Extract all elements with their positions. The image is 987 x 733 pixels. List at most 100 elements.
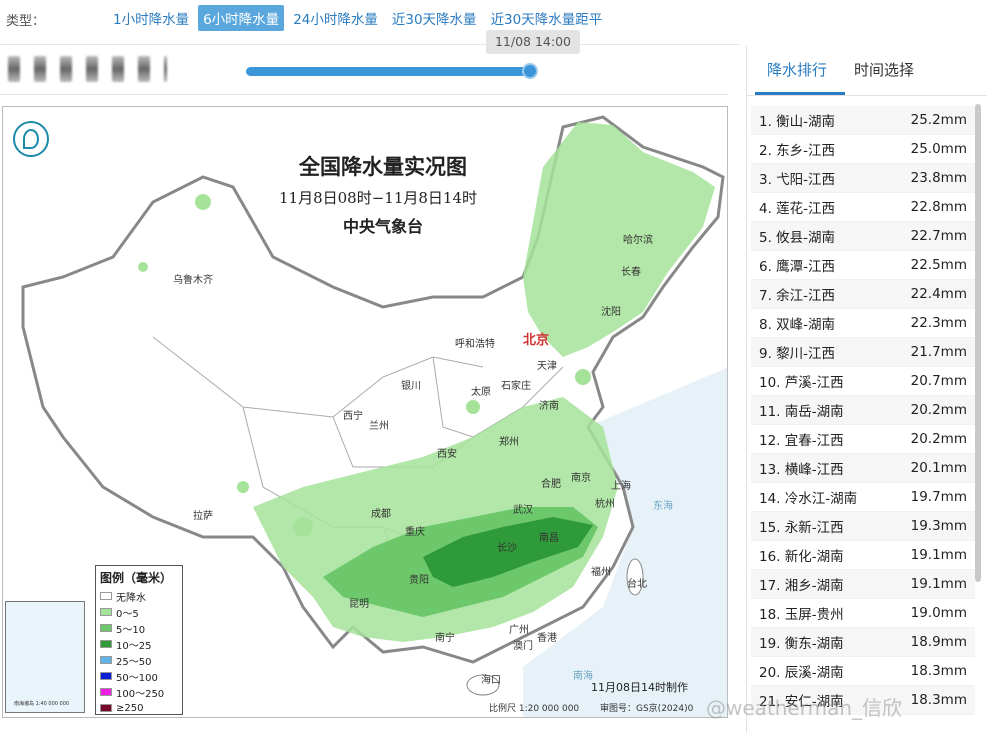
ranking-row[interactable]: 11. 南岳-湖南 20.2mm — [751, 396, 975, 425]
list-scrollbar[interactable] — [975, 104, 981, 582]
city-label: 南京 — [571, 473, 591, 484]
tab-6h-precip[interactable]: 6小时降水量 — [198, 5, 285, 31]
ranking-row[interactable]: 4. 莲花-江西 22.8mm — [751, 193, 975, 222]
station-name: 11. 南岳-湖南 — [759, 404, 844, 420]
city-label: 南昌 — [539, 533, 559, 544]
legend-item: 25～50 — [100, 652, 178, 668]
station-name: 16. 新化-湖南 — [759, 549, 844, 565]
precip-value: 22.3mm — [910, 315, 967, 331]
city-label: 贵阳 — [409, 575, 429, 586]
production-time: 11月08日14时制作 — [591, 681, 688, 694]
control-icon[interactable] — [34, 56, 46, 82]
legend-item: 50～100 — [100, 668, 178, 684]
precip-value: 19.0mm — [910, 605, 967, 621]
time-tooltip: 11/08 14:00 — [486, 30, 580, 54]
ranking-row[interactable]: 14. 冷水江-湖南 19.7mm — [751, 483, 975, 512]
tab-30d-precip[interactable]: 近30天降水量 — [387, 5, 482, 31]
station-name: 1. 衡山-湖南 — [759, 114, 836, 130]
ranking-row[interactable]: 2. 东乡-江西 25.0mm — [751, 135, 975, 164]
slider-track[interactable] — [246, 67, 528, 76]
city-label: 昆明 — [349, 599, 369, 610]
city-label: 天津 — [537, 361, 557, 372]
precip-value: 18.9mm — [910, 634, 967, 650]
tab-24h-precip[interactable]: 24小时降水量 — [288, 5, 383, 31]
rain-cell — [237, 481, 249, 493]
legend-swatch — [100, 640, 112, 648]
cma-logo — [13, 121, 49, 157]
city-label: 广州 — [509, 625, 529, 636]
precip-value: 18.3mm — [910, 692, 967, 708]
ranking-row[interactable]: 15. 永新-江西 19.3mm — [751, 512, 975, 541]
legend-title: 图例（毫米） — [100, 571, 173, 585]
map-scale: 比例尺 1:20 000 000 — [489, 704, 580, 714]
ranking-row[interactable]: 13. 横峰-江西 20.1mm — [751, 454, 975, 483]
station-name: 15. 永新-江西 — [759, 520, 844, 536]
map-approval-number: 审图号：GS京(2024)0 — [600, 704, 694, 714]
precip-value: 22.4mm — [910, 286, 967, 302]
ranking-row[interactable]: 19. 衡东-湖南 18.9mm — [751, 628, 975, 657]
precip-value: 22.7mm — [910, 228, 967, 244]
divider — [0, 94, 728, 95]
control-icon[interactable] — [8, 56, 20, 82]
rain-cell — [195, 194, 211, 210]
city-label: 合肥 — [541, 479, 561, 490]
city-label: 成都 — [371, 509, 391, 520]
tab-30d-anomaly[interactable]: 近30天降水量距平 — [486, 5, 608, 31]
tab-precip-ranking[interactable]: 降水排行 — [767, 59, 827, 80]
precip-value: 19.7mm — [910, 489, 967, 505]
station-name: 17. 湘乡-湖南 — [759, 578, 844, 594]
ranking-row[interactable]: 20. 辰溪-湖南 18.3mm — [751, 657, 975, 686]
city-label: 兰州 — [369, 421, 389, 432]
tab-1h-precip[interactable]: 1小时降水量 — [108, 5, 194, 31]
precip-value: 20.1mm — [910, 460, 967, 476]
ranking-row[interactable]: 5. 攸县-湖南 22.7mm — [751, 222, 975, 251]
ranking-row[interactable]: 1. 衡山-湖南 25.2mm — [751, 106, 975, 135]
control-icon[interactable] — [86, 56, 98, 82]
ranking-row[interactable]: 6. 鹰潭-江西 22.5mm — [751, 251, 975, 280]
control-icon[interactable] — [112, 56, 124, 82]
station-name: 3. 弋阳-江西 — [759, 172, 836, 188]
ranking-row[interactable]: 18. 玉屏-贵州 19.0mm — [751, 599, 975, 628]
control-icon[interactable] — [60, 56, 72, 82]
city-label: 海口 — [481, 675, 501, 686]
city-label: 拉萨 — [193, 511, 213, 522]
city-label: 福州 — [591, 567, 611, 578]
ranking-row[interactable]: 12. 宜春-江西 20.2mm — [751, 425, 975, 454]
city-label: 哈尔滨 — [623, 235, 653, 246]
precip-value: 20.2mm — [910, 431, 967, 447]
city-label: 上海 — [611, 481, 631, 492]
ranking-row[interactable]: 10. 芦溪-江西 20.7mm — [751, 367, 975, 396]
watermark: @weatherman_信欣 — [706, 696, 903, 720]
tab-time-select[interactable]: 时间选择 — [854, 59, 914, 80]
ranking-row[interactable]: 3. 弋阳-江西 23.8mm — [751, 164, 975, 193]
precip-value: 19.1mm — [910, 547, 967, 563]
legend-swatch — [100, 608, 112, 616]
ranking-row[interactable]: 16. 新化-湖南 19.1mm — [751, 541, 975, 570]
legend-swatch — [100, 672, 112, 680]
station-name: 19. 衡东-湖南 — [759, 636, 844, 652]
control-icon[interactable] — [164, 56, 167, 82]
station-name: 2. 东乡-江西 — [759, 143, 836, 159]
station-name: 12. 宜春-江西 — [759, 433, 844, 449]
slider-handle[interactable] — [522, 63, 538, 79]
rain-cell — [575, 369, 591, 385]
legend-item: 10～25 — [100, 636, 178, 652]
station-name: 5. 攸县-湖南 — [759, 230, 836, 246]
ranking-row[interactable]: 17. 湘乡-湖南 19.1mm — [751, 570, 975, 599]
control-icon[interactable] — [138, 56, 150, 82]
rain-cell — [138, 262, 148, 272]
legend-item: 100～250 — [100, 684, 178, 700]
rain-area-northeast — [523, 122, 715, 357]
ranking-row[interactable]: 7. 余江-江西 22.4mm — [751, 280, 975, 309]
ranking-row[interactable]: 9. 黎川-江西 21.7mm — [751, 338, 975, 367]
city-label: 长春 — [621, 267, 641, 278]
city-label: 澳门 — [513, 641, 533, 652]
precip-value: 19.3mm — [910, 518, 967, 534]
precip-value: 21.7mm — [910, 344, 967, 360]
legend-item: ≥250 — [100, 700, 178, 716]
city-label: 郑州 — [499, 437, 519, 448]
city-label: 杭州 — [595, 499, 615, 510]
time-slider[interactable] — [246, 63, 538, 79]
sea-label: 东海 — [653, 501, 673, 512]
ranking-row[interactable]: 8. 双峰-湖南 22.3mm — [751, 309, 975, 338]
